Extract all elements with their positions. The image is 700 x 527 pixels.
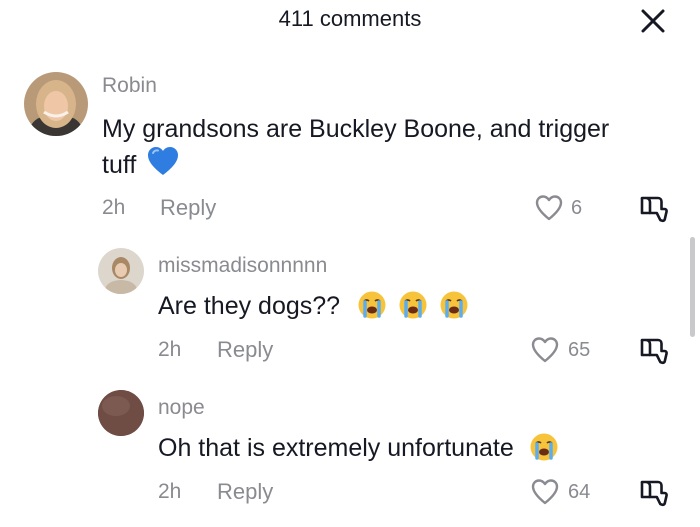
like-count: 64: [568, 481, 591, 503]
close-button[interactable]: [636, 4, 670, 38]
comment-username[interactable]: Robin: [102, 74, 157, 98]
loudly-crying-face-emoji-icon: [530, 433, 558, 461]
reply-button[interactable]: Reply: [217, 479, 273, 505]
scrollbar[interactable]: [690, 237, 695, 337]
avatar[interactable]: [98, 390, 144, 436]
close-x-icon: [641, 9, 665, 33]
comment-text-line: My grandsons are Buckley Boone, and trig…: [102, 115, 610, 143]
comments-header: 411 comments: [0, 0, 700, 40]
comment-text: My grandsons are Buckley Boone, and trig…: [102, 109, 682, 185]
heart-outline-icon[interactable]: [534, 193, 564, 223]
comments-count-title: 411 comments: [278, 6, 422, 31]
avatar[interactable]: [98, 248, 144, 294]
comment-username[interactable]: nope: [158, 396, 205, 420]
comment-text-content: Oh that is extremely unfortunate: [158, 434, 514, 462]
comment-timestamp: 2h: [102, 196, 126, 219]
thumbs-down-icon[interactable]: [638, 193, 670, 225]
like-count: 65: [568, 339, 591, 361]
thumbs-down-icon[interactable]: [638, 477, 670, 509]
reply-button[interactable]: Reply: [160, 195, 216, 221]
like-count: 6: [571, 197, 583, 219]
comment-text: Are they dogs??: [158, 286, 658, 326]
comment-username[interactable]: missmadisonnnnn: [158, 254, 327, 278]
loudly-crying-face-emoji-icon: [440, 291, 468, 319]
blue-heart-emoji-icon: [148, 147, 179, 175]
loudly-crying-face-emoji-icon: [358, 291, 386, 319]
loudly-crying-face-emoji-icon: [399, 291, 427, 319]
heart-outline-icon[interactable]: [530, 335, 560, 365]
comment-timestamp: 2h: [158, 480, 182, 503]
avatar[interactable]: [24, 72, 88, 136]
comment-text-content: Are they dogs??: [158, 292, 341, 320]
reply-button[interactable]: Reply: [217, 337, 273, 363]
heart-outline-icon[interactable]: [530, 477, 560, 507]
comment-text: Oh that is extremely unfortunate: [158, 428, 658, 468]
comment-timestamp: 2h: [158, 338, 182, 361]
comment-text-line: tuff: [102, 151, 137, 179]
thumbs-down-icon[interactable]: [638, 335, 670, 367]
